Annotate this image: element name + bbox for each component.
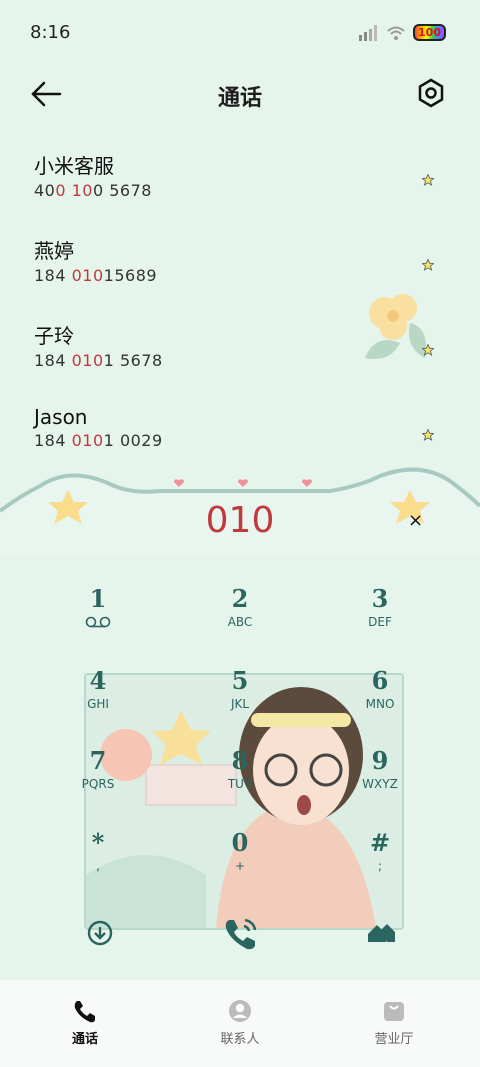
key-4[interactable]: 4 GHI <box>38 666 158 711</box>
home-icon[interactable] <box>366 922 396 944</box>
page-title: 通话 <box>217 86 262 111</box>
contact-name: Jason <box>34 405 88 429</box>
wifi-icon <box>387 26 405 40</box>
star-icon[interactable] <box>422 429 434 441</box>
star-icon[interactable] <box>422 259 434 271</box>
phone-icon <box>74 1001 95 1023</box>
contact-name: 子玲 <box>34 324 74 348</box>
key-0[interactable]: 0 + <box>180 828 300 873</box>
contact-item[interactable]: 子玲 184 0101 5678 <box>34 320 446 390</box>
tab-calls-label: 通话 <box>71 1032 98 1047</box>
key-star[interactable]: *, <box>38 828 158 873</box>
tab-service-hall-label: 营业厅 <box>374 1032 414 1047</box>
dial-actions <box>0 910 480 960</box>
contact-name: 燕婷 <box>34 239 74 263</box>
shopping-bag-icon <box>384 1002 404 1021</box>
contact-number: 184 0101 5678 <box>34 351 163 370</box>
key-8[interactable]: 8 TUV <box>180 746 300 791</box>
status-time: 8:16 <box>30 22 71 43</box>
illustration-background <box>84 673 404 930</box>
status-icons: 100 <box>359 24 446 41</box>
voicemail-icon <box>85 616 111 628</box>
key-7[interactable]: 7 PQRS <box>38 746 158 791</box>
tab-contacts[interactable]: 联系人 <box>180 998 300 1047</box>
contact-number: 400 100 5678 <box>34 181 152 200</box>
settings-gear-icon[interactable] <box>416 78 446 108</box>
contact-number: 184 0101 0029 <box>34 431 163 450</box>
tab-calls[interactable]: 通话 <box>25 998 145 1047</box>
tab-service-hall[interactable]: 营业厅 <box>334 998 454 1047</box>
app-header: 通话 <box>0 70 480 120</box>
star-icon[interactable] <box>422 344 434 356</box>
clear-icon[interactable]: × <box>408 510 423 531</box>
key-2[interactable]: 2 ABC <box>180 584 300 629</box>
signal-icon <box>359 24 378 41</box>
status-bar: 8:16 100 <box>0 0 480 60</box>
key-9[interactable]: 9 WXYZ <box>320 746 440 791</box>
star-icon[interactable] <box>422 174 434 186</box>
battery-icon: 100 <box>413 24 446 41</box>
key-5[interactable]: 5 JKL <box>180 666 300 711</box>
call-icon[interactable] <box>221 914 261 954</box>
key-1[interactable]: 1 <box>38 584 158 632</box>
key-hash[interactable]: #; <box>320 828 440 873</box>
key-3[interactable]: 3 DEF <box>320 584 440 629</box>
bottom-navigation: 通话 联系人 营业厅 <box>0 980 480 1067</box>
tab-contacts-label: 联系人 <box>220 1032 260 1047</box>
contact-person-icon <box>229 1000 251 1022</box>
contact-number: 184 01015689 <box>34 266 158 285</box>
collapse-dialpad-icon[interactable] <box>87 920 113 946</box>
contact-item[interactable]: 燕婷 184 01015689 <box>34 235 446 305</box>
contact-name: 小米客服 <box>34 154 114 178</box>
girl-illustration <box>86 675 402 928</box>
contact-item[interactable]: 小米客服 400 100 5678 <box>34 150 446 220</box>
key-6[interactable]: 6 MNO <box>320 666 440 711</box>
